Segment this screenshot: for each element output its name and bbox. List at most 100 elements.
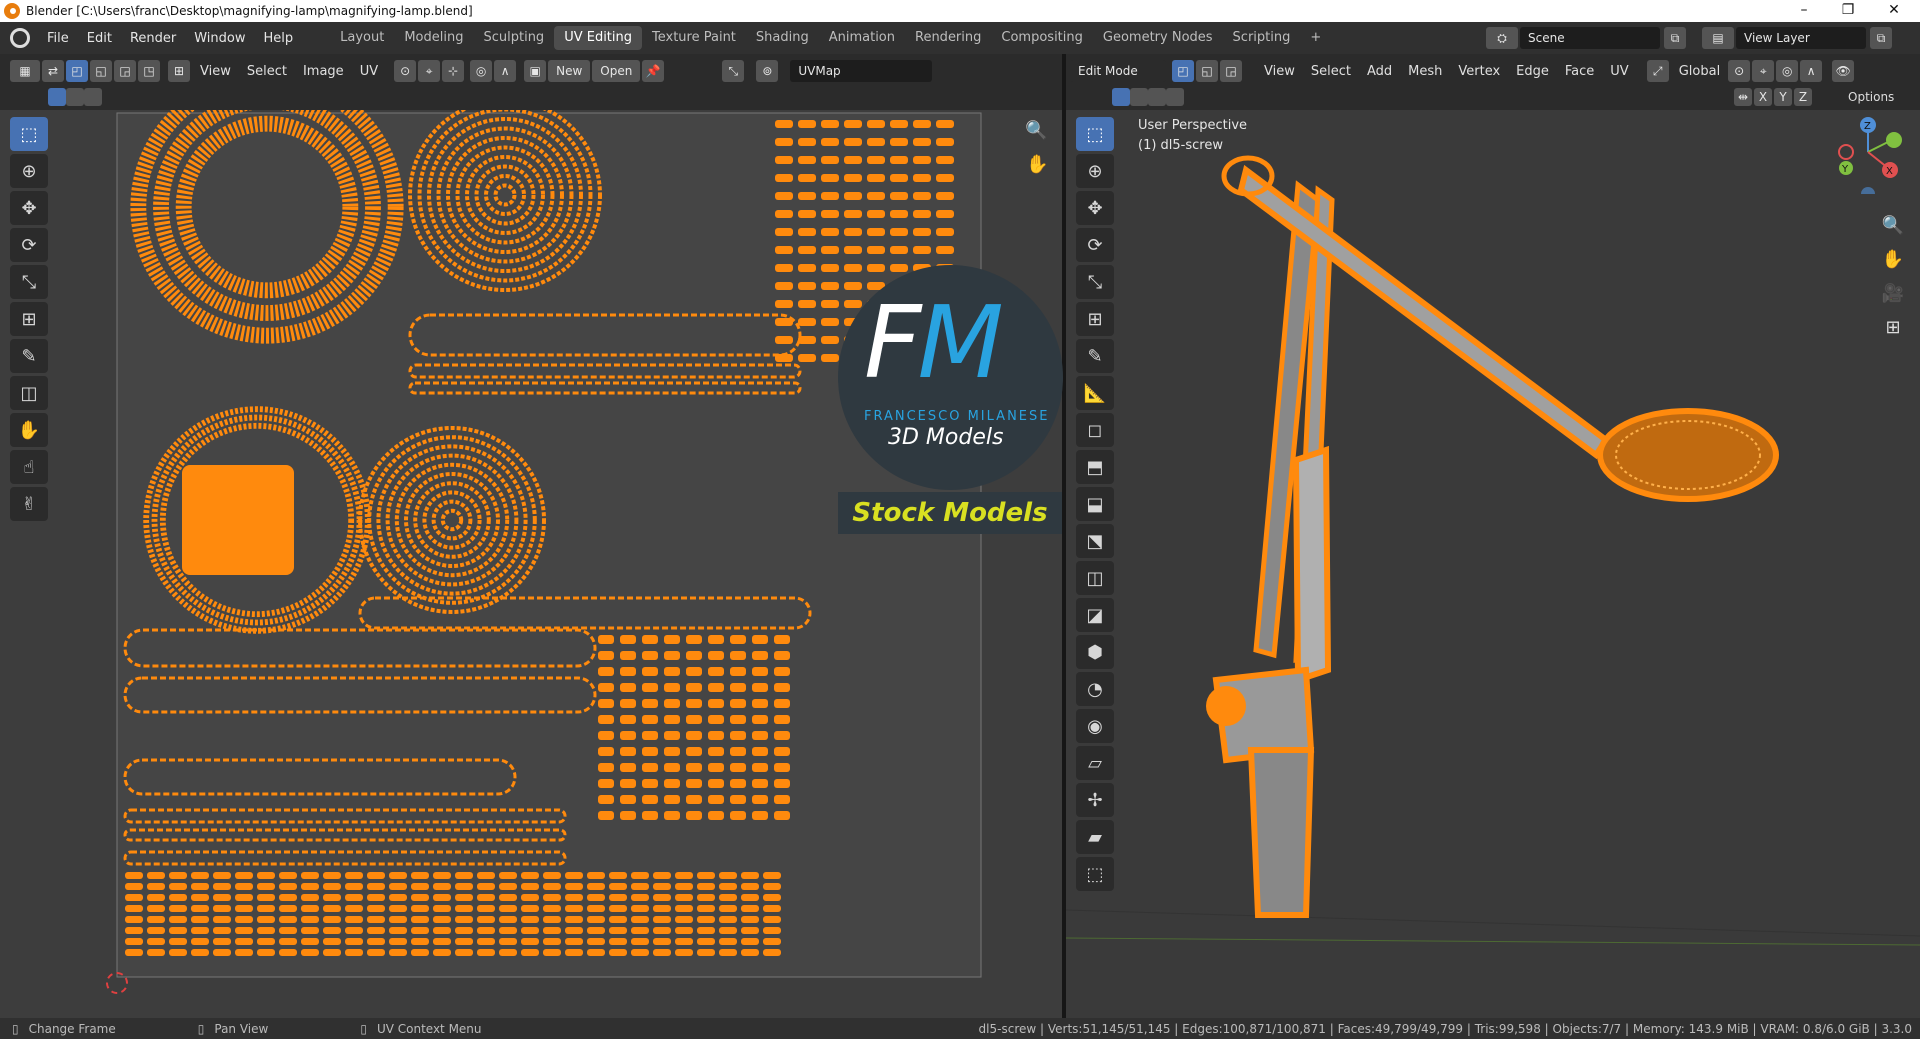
blender-menu-icon[interactable]	[10, 28, 30, 48]
menu-window[interactable]: Window	[185, 31, 254, 46]
smooth-icon[interactable]: ◉	[1076, 709, 1114, 743]
options-dropdown[interactable]: Options	[1848, 90, 1894, 104]
grab-icon[interactable]: ✋	[10, 413, 48, 447]
rotate-icon[interactable]: ⟳	[10, 228, 48, 262]
rip-region-icon[interactable]: ⬚	[1076, 857, 1114, 891]
vp-falloff-icon[interactable]: ∧	[1800, 60, 1823, 82]
mirror-y-toggle[interactable]: Y	[1774, 88, 1792, 106]
vp-cursor-icon[interactable]: ⊕	[1076, 154, 1114, 188]
vp-menu-select[interactable]: Select	[1303, 64, 1359, 79]
tab-modeling[interactable]: Modeling	[394, 26, 473, 50]
vertex-mode-icon[interactable]: ◰	[1172, 60, 1194, 82]
snap-target-icon[interactable]: ⊹	[442, 60, 465, 82]
scale-icon[interactable]: ⤡	[10, 265, 48, 299]
select-box-icon[interactable]: ⬚	[10, 117, 48, 151]
perspective-toggle-icon[interactable]: ⊞	[1878, 312, 1908, 342]
tab-texture-paint[interactable]: Texture Paint	[642, 26, 746, 50]
tab-geometry-nodes[interactable]: Geometry Nodes	[1093, 26, 1223, 50]
uv-editor-canvas[interactable]: ⬚ ⊕ ✥ ⟳ ⤡ ⊞ ✎ ◫ ✋ ☝ ✌ 🔍 ✋	[0, 70, 1062, 1018]
vp-menu-edge[interactable]: Edge	[1508, 64, 1557, 79]
menu-file[interactable]: File	[38, 31, 78, 46]
select-subtract-icon[interactable]	[84, 88, 102, 106]
mode-dropdown[interactable]: Edit Mode	[1070, 60, 1166, 82]
vertex-select-icon[interactable]: ◰	[66, 60, 88, 82]
orientation-icon[interactable]: ⤢	[1646, 60, 1669, 82]
move-icon[interactable]: ✥	[10, 191, 48, 225]
camera-icon[interactable]: 🎥	[1878, 278, 1908, 308]
extrude-icon[interactable]: ⬒	[1076, 450, 1114, 484]
vp-select-extend-icon[interactable]	[1130, 88, 1148, 106]
vp-annotate-icon[interactable]: ✎	[1076, 339, 1114, 373]
uv-menu-view[interactable]: View	[192, 64, 239, 79]
vp-proportional-icon[interactable]: ◎	[1776, 60, 1799, 82]
editor-type-icon[interactable]: ▦	[10, 60, 40, 82]
maximize-button[interactable]: ❐	[1826, 0, 1870, 22]
loop-cut-icon[interactable]: ◫	[1076, 561, 1114, 595]
annotate-icon[interactable]: ✎	[10, 339, 48, 373]
mirror-x-toggle[interactable]: X	[1754, 88, 1772, 106]
vp-select-set-icon[interactable]	[1112, 88, 1130, 106]
rip-icon[interactable]: ◫	[10, 376, 48, 410]
pin-icon[interactable]: 📌	[642, 60, 665, 82]
falloff-icon[interactable]: ∧	[494, 60, 517, 82]
tab-layout[interactable]: Layout	[330, 26, 394, 50]
tab-animation[interactable]: Animation	[819, 26, 905, 50]
gizmo-toggle-icon[interactable]: ⤡	[722, 60, 745, 82]
3d-viewport[interactable]: ⬚ ⊕ ✥ ⟳ ⤡ ⊞ ✎ 📐 ◻ ⬒ ⬓ ⬔ ◫ ◪ ⬢ ◔ ◉ ▱ ✢ ▰ …	[1065, 110, 1920, 1018]
edge-mode-icon[interactable]: ◱	[1196, 60, 1218, 82]
sync-selection-icon[interactable]: ⇄	[42, 60, 64, 82]
visibility-icon[interactable]: 👁	[1832, 60, 1855, 82]
menu-help[interactable]: Help	[255, 31, 303, 46]
tab-sculpting[interactable]: Sculpting	[473, 26, 554, 50]
inset-icon[interactable]: ⬓	[1076, 487, 1114, 521]
new-view-layer-icon[interactable]: ⧉	[1870, 27, 1892, 49]
edge-select-icon[interactable]: ◱	[90, 60, 112, 82]
snap-icon[interactable]: ⌖	[418, 60, 441, 82]
tab-shading[interactable]: Shading	[746, 26, 819, 50]
vp-scale-icon[interactable]: ⤡	[1076, 265, 1114, 299]
vp-select-box-icon[interactable]: ⬚	[1076, 117, 1114, 151]
tab-rendering[interactable]: Rendering	[905, 26, 991, 50]
vp-rotate-icon[interactable]: ⟳	[1076, 228, 1114, 262]
select-extend-icon[interactable]	[66, 88, 84, 106]
vp-snap-icon[interactable]: ⌖	[1752, 60, 1775, 82]
add-workspace-button[interactable]: +	[1300, 26, 1331, 50]
open-image-button[interactable]: Open	[592, 60, 641, 82]
mirror-icon[interactable]: ⇹	[1734, 88, 1752, 106]
scene-name-field[interactable]: Scene	[1520, 27, 1660, 49]
transform-icon[interactable]: ⊞	[10, 302, 48, 336]
close-button[interactable]: ✕	[1872, 0, 1916, 22]
relax-icon[interactable]: ☝	[10, 450, 48, 484]
poly-build-icon[interactable]: ⬢	[1076, 635, 1114, 669]
add-cube-icon[interactable]: ◻	[1076, 413, 1114, 447]
tab-scripting[interactable]: Scripting	[1223, 26, 1301, 50]
pivot-icon[interactable]: ⊙	[394, 60, 417, 82]
vp-menu-vertex[interactable]: Vertex	[1450, 64, 1508, 79]
pinch-icon[interactable]: ✌	[10, 487, 48, 521]
image-browse-icon[interactable]: ▣	[524, 60, 547, 82]
select-set-icon[interactable]	[48, 88, 66, 106]
tab-compositing[interactable]: Compositing	[991, 26, 1093, 50]
face-select-icon[interactable]: ◲	[114, 60, 136, 82]
vp-pivot-icon[interactable]: ⊙	[1728, 60, 1751, 82]
vp-transform-icon[interactable]: ⊞	[1076, 302, 1114, 336]
tab-uv-editing[interactable]: UV Editing	[554, 26, 643, 50]
vp-zoom-icon[interactable]: 🔍	[1878, 210, 1908, 240]
uv-menu-image[interactable]: Image	[295, 64, 352, 79]
edge-slide-icon[interactable]: ▱	[1076, 746, 1114, 780]
vp-menu-add[interactable]: Add	[1359, 64, 1400, 79]
spin-icon[interactable]: ◔	[1076, 672, 1114, 706]
mirror-z-toggle[interactable]: Z	[1794, 88, 1812, 106]
uv-menu-select[interactable]: Select	[239, 64, 295, 79]
cursor-icon[interactable]: ⊕	[10, 154, 48, 188]
menu-render[interactable]: Render	[121, 31, 185, 46]
vp-pan-icon[interactable]: ✋	[1878, 244, 1908, 274]
vp-move-icon[interactable]: ✥	[1076, 191, 1114, 225]
overlay-toggle-icon[interactable]: ⊚	[756, 60, 779, 82]
uv-menu-uv[interactable]: UV	[352, 64, 386, 79]
minimize-button[interactable]: –	[1782, 0, 1826, 22]
uvmap-field[interactable]: UVMap	[790, 60, 933, 82]
knife-icon[interactable]: ◪	[1076, 598, 1114, 632]
scene-browse-icon[interactable]: ⛭	[1486, 27, 1518, 49]
sticky-select-icon[interactable]: ⊞	[168, 60, 190, 82]
